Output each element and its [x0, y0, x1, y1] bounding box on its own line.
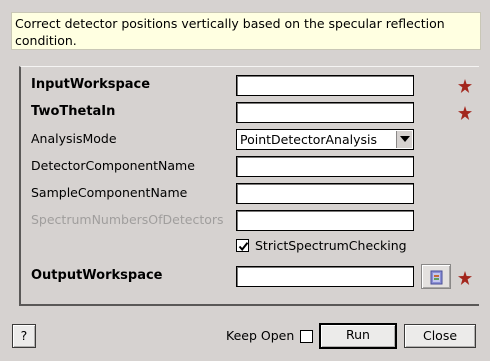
two-theta-in-field[interactable] [236, 102, 414, 123]
chevron-down-icon [400, 136, 410, 142]
analysis-mode-select[interactable]: PointDetectorAnalysis [236, 129, 414, 150]
sample-component-name-field[interactable] [236, 183, 414, 204]
help-button[interactable]: ? [12, 324, 36, 348]
sample-component-name-label: SampleComponentName [31, 185, 188, 200]
input-workspace-label: InputWorkspace [31, 77, 151, 92]
required-star-icon [458, 106, 472, 120]
two-theta-in-label: TwoThetaIn [31, 104, 116, 119]
keep-open-checkbox[interactable] [300, 330, 313, 343]
detector-component-name-label: DetectorComponentName [31, 158, 195, 173]
spectrum-numbers-of-detectors-label: SpectrumNumbersOfDetectors [31, 212, 224, 227]
analysis-mode-value: PointDetectorAnalysis [240, 132, 378, 147]
output-workspace-label: OutputWorkspace [31, 268, 163, 283]
strict-spectrum-checking-checkbox[interactable] [236, 239, 249, 252]
keep-open-label: Keep Open [226, 328, 295, 343]
analysis-mode-label: AnalysisMode [31, 131, 117, 146]
output-workspace-field[interactable] [236, 266, 414, 287]
algorithm-description: Correct detector positions vertically ba… [11, 12, 481, 50]
workspace-browse-icon [430, 270, 443, 285]
run-button[interactable]: Run [319, 323, 397, 349]
required-star-icon [458, 79, 472, 93]
input-workspace-field[interactable] [236, 75, 414, 96]
detector-component-name-field[interactable] [236, 156, 414, 177]
required-star-icon [458, 271, 472, 285]
strict-spectrum-checking-label: StrictSpectrumChecking [255, 238, 407, 253]
workspace-browse-button[interactable] [421, 264, 451, 289]
close-button[interactable]: Close [404, 324, 476, 348]
checkmark-icon [238, 242, 249, 252]
algorithm-dialog: Correct detector positions vertically ba… [0, 0, 490, 361]
dropdown-arrow[interactable] [396, 131, 412, 148]
spectrum-numbers-of-detectors-field[interactable] [236, 210, 414, 231]
